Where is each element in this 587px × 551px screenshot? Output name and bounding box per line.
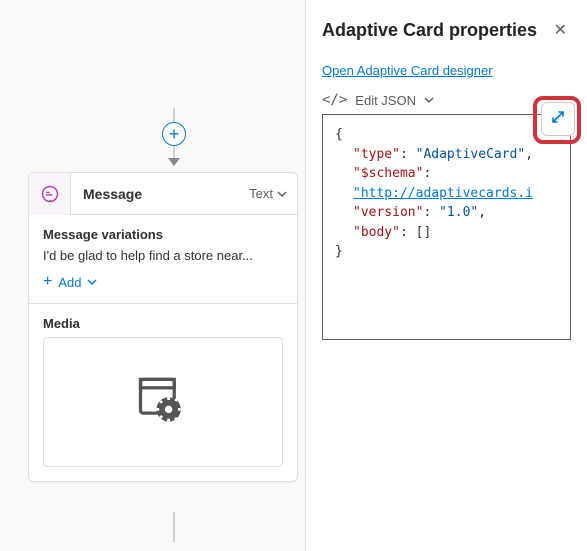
edit-json-row[interactable]: </> Edit JSON	[322, 92, 571, 108]
panel-header: Adaptive Card properties ✕	[322, 16, 571, 44]
chevron-down-icon	[424, 95, 434, 105]
properties-panel: Adaptive Card properties ✕ Open Adaptive…	[305, 0, 587, 551]
media-placeholder[interactable]	[43, 337, 283, 467]
json-line: {	[335, 125, 558, 145]
json-line: }	[335, 242, 558, 262]
plus-icon: +	[43, 273, 52, 291]
flow-canvas: + Message Text Message variations I'd be…	[0, 0, 305, 551]
panel-title: Adaptive Card properties	[322, 20, 537, 41]
message-type-label: Text	[249, 186, 273, 201]
media-section: Media	[29, 303, 297, 481]
message-icon	[29, 173, 71, 215]
message-type-dropdown[interactable]: Text	[249, 186, 297, 201]
message-card-title: Message	[71, 186, 249, 202]
variation-text[interactable]: I'd be glad to help find a store near...	[43, 248, 283, 263]
expand-icon	[550, 109, 566, 130]
open-designer-link[interactable]: Open Adaptive Card designer	[322, 63, 493, 78]
chevron-down-icon	[277, 189, 287, 199]
close-icon: ✕	[554, 22, 567, 39]
chevron-down-icon	[87, 277, 97, 287]
add-label: Add	[58, 275, 81, 290]
code-icon: </>	[322, 92, 347, 108]
variations-label: Message variations	[43, 227, 283, 242]
add-node-button[interactable]: +	[162, 122, 186, 146]
add-variation-button[interactable]: + Add	[43, 273, 283, 291]
json-line: "$schema": "http://adaptivecards.i	[335, 164, 558, 203]
json-line: "type": "AdaptiveCard",	[335, 145, 558, 165]
json-line: "body": []	[335, 223, 558, 243]
plus-icon: +	[169, 124, 180, 145]
message-card[interactable]: Message Text Message variations I'd be g…	[28, 172, 298, 482]
close-button[interactable]: ✕	[550, 16, 571, 44]
connector-line	[173, 108, 175, 122]
arrow-down-icon	[168, 158, 180, 166]
media-settings-icon	[133, 370, 193, 435]
json-editor[interactable]: { "type": "AdaptiveCard", "$schema": "ht…	[322, 114, 571, 340]
json-line: "version": "1.0",	[335, 203, 558, 223]
media-label: Media	[43, 316, 283, 331]
expand-editor-button[interactable]	[541, 102, 575, 136]
edit-json-label: Edit JSON	[355, 93, 416, 108]
variations-section: Message variations I'd be glad to help f…	[29, 215, 297, 303]
json-editor-wrap: { "type": "AdaptiveCard", "$schema": "ht…	[322, 114, 571, 340]
connector-line	[173, 512, 175, 542]
message-card-header: Message Text	[29, 173, 297, 215]
